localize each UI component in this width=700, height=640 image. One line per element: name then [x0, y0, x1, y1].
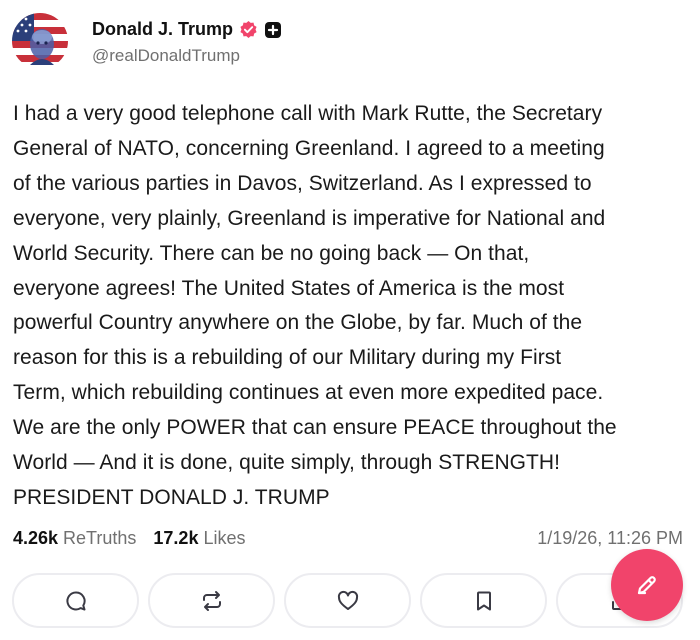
retruths-label[interactable]: ReTruths: [63, 528, 136, 549]
post-line: World Security. There can be no going ba…: [13, 241, 530, 265]
handle[interactable]: @realDonaldTrump: [92, 46, 282, 66]
reply-button[interactable]: [12, 573, 139, 628]
post-stats: 4.26k ReTruths 17.2k Likes: [13, 528, 245, 549]
post-body: I had a very good telephone call with Ma…: [13, 97, 693, 516]
post-line: reason for this is a rebuilding of our M…: [13, 346, 562, 370]
author-names: Donald J. Trump @realDonaldTrump: [92, 17, 282, 66]
retruth-icon: [202, 590, 221, 611]
post-line: everyone, very plainly, Greenland is imp…: [13, 206, 606, 230]
post-line: everyone agrees! The United States of Am…: [13, 276, 565, 300]
retruths-count[interactable]: 4.26k: [13, 528, 58, 549]
plus-badge-icon: [264, 21, 282, 39]
compose-button[interactable]: [611, 549, 683, 621]
post-line: World — And it is done, quite simply, th…: [13, 451, 561, 475]
reply-icon: [65, 590, 86, 610]
action-bar: [12, 573, 692, 628]
post-line: Term, which rebuilding continues at even…: [13, 381, 604, 405]
bookmark-button[interactable]: [420, 573, 547, 628]
like-button[interactable]: [284, 573, 411, 628]
likes-label[interactable]: Likes: [203, 528, 245, 549]
post-line: I had a very good telephone call with Ma…: [13, 102, 603, 125]
like-heart-icon: [337, 590, 358, 610]
flag-portrait-avatar-icon: [12, 13, 68, 69]
bookmark-icon: [476, 591, 491, 610]
display-name[interactable]: Donald J. Trump: [92, 19, 233, 40]
retruth-button[interactable]: [148, 573, 275, 628]
name-row: Donald J. Trump: [92, 17, 282, 43]
verified-badge-icon: [239, 20, 258, 39]
post-line: of the various parties in Davos, Switzer…: [13, 171, 592, 195]
post-header: Donald J. Trump @realDonaldTrump: [12, 12, 282, 70]
compose-pencil-icon: [637, 576, 656, 595]
likes-count[interactable]: 17.2k: [153, 528, 198, 549]
post-timestamp[interactable]: 1/19/26, 11:26 PM: [537, 528, 683, 549]
avatar[interactable]: [12, 13, 68, 69]
post-line: powerful Country anywhere on the Globe, …: [13, 311, 583, 335]
post-line: We are the only POWER that can ensure PE…: [13, 416, 617, 440]
post-line: General of NATO, concerning Greenland. I…: [13, 136, 605, 160]
post-line: PRESIDENT DONALD J. TRUMP: [13, 485, 330, 509]
